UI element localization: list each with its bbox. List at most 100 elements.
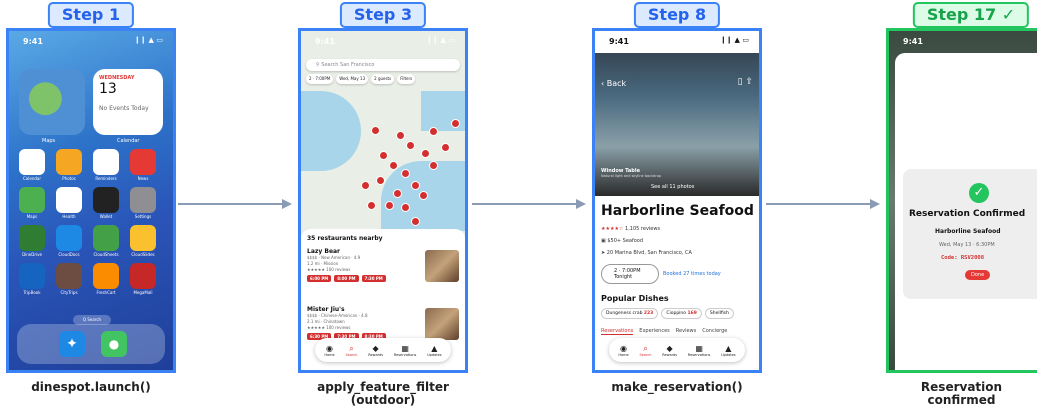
app-icon-megamall[interactable]	[130, 263, 156, 289]
dish-chip[interactable]: Dungeness crab 223	[601, 308, 659, 319]
app-label: Calendar	[23, 176, 41, 181]
map-pin-icon[interactable]	[376, 176, 385, 185]
map-pin-icon[interactable]	[429, 127, 438, 136]
step-3-panel: Step 3 9:41 ❙❙ ▲ ▭ ⚲ Search San Francisco…	[298, 0, 468, 408]
map-pin-icon[interactable]	[451, 119, 460, 128]
tab-reservations[interactable]: ▦ Reservations	[394, 344, 417, 357]
app-icon-wallet[interactable]	[93, 187, 119, 213]
app-icon-tripbook[interactable]	[19, 263, 45, 289]
tab-rewards[interactable]: ◆ Rewards	[368, 344, 383, 357]
app-label: Maps	[26, 214, 38, 219]
app-icon-news[interactable]	[130, 149, 156, 175]
bell-icon: ▲	[725, 343, 732, 353]
arrow-2	[472, 199, 586, 209]
map-pin-icon[interactable]	[411, 181, 420, 190]
filter-chip[interactable]: 2 guests	[371, 74, 395, 84]
detail-tab-concierge[interactable]: Concierge	[702, 328, 727, 335]
map-pin-icon[interactable]	[371, 126, 380, 135]
tab-bar: ◉ Home ⌕ Search ◆ Rewards ▦ Reservations ▲ Update…	[609, 338, 745, 362]
map-pin-icon[interactable]	[379, 151, 388, 160]
time-slot-button[interactable]: 6:00 PM	[307, 275, 332, 282]
detail-tab-experiences[interactable]: Experiences	[639, 328, 670, 335]
filter-chip[interactable]: Wed, May 13	[336, 74, 369, 84]
search-input[interactable]: ⚲ Search San Francisco	[306, 59, 460, 71]
app-icon-calendar[interactable]	[19, 149, 45, 175]
confirmation-card: ✓ Reservation Confirmed Harborline Seafo…	[903, 169, 1037, 299]
map-pin-icon[interactable]	[411, 217, 420, 226]
tab-updates[interactable]: ▲ Updates	[721, 344, 736, 357]
app-label: DineDrive	[22, 252, 42, 257]
done-button[interactable]: Done	[965, 270, 991, 280]
map-pin-icon[interactable]	[401, 169, 410, 178]
app-icon-health[interactable]	[56, 187, 82, 213]
app-icon-reminders[interactable]	[93, 149, 119, 175]
party-time-selector[interactable]: 2 · 7:00PM Tonight	[601, 264, 659, 284]
tab-home[interactable]: ◉ Home	[324, 344, 334, 357]
back-button[interactable]: ‹ Back	[601, 79, 626, 88]
filter-chip[interactable]: 2 · 7:00PM	[306, 74, 334, 84]
map-pin-icon[interactable]	[361, 181, 370, 190]
arrow-3	[766, 199, 880, 209]
app-icon-freshcart[interactable]	[93, 263, 119, 289]
see-all-photos[interactable]: See all 11 photos	[651, 184, 694, 190]
map-pin-icon[interactable]	[389, 161, 398, 170]
phone-screenshot-home: 9:41 ❙❙ ▲ ▭ Maps WEDNESDAY 13 No Events T…	[6, 28, 176, 373]
phone-screenshot-confirm: 9:41 ✓ Reservation Confirmed Harborline …	[886, 28, 1037, 373]
app-icon-citytrips[interactable]	[56, 263, 82, 289]
address-line: ➤ 20 Marina Blvd, San Francisco, CA	[601, 250, 692, 256]
app-label: TripBook	[23, 290, 41, 295]
restaurant-thumbnail[interactable]	[425, 250, 459, 282]
calendar-day: 13	[99, 81, 117, 97]
calendar-widget[interactable]: WEDNESDAY 13 No Events Today	[93, 69, 163, 135]
status-icons: ❙❙ ▲ ▭	[426, 36, 455, 44]
hero-photo[interactable]: Window Table Natural light and skyline b…	[595, 31, 759, 196]
restaurant-name: Harborline Seafood	[601, 203, 754, 219]
maps-widget[interactable]	[19, 69, 85, 135]
calendar-icon: ▦	[695, 343, 703, 353]
detail-tab-reservations[interactable]: Reservations	[601, 328, 634, 335]
app-icon-cloudsheets[interactable]	[93, 225, 119, 251]
app-icon-settings[interactable]	[130, 187, 156, 213]
compass-icon[interactable]: ✦	[59, 331, 85, 357]
chat-bubble-icon[interactable]: ●	[101, 331, 127, 357]
map-pin-icon[interactable]	[385, 201, 394, 210]
tab-bar: ◉ Home ⌕ Search ◆ Rewards ▦ Reservations ▲ Update…	[315, 338, 451, 362]
tab-updates[interactable]: ▲ Updates	[427, 344, 442, 357]
app-icon-clouddocs[interactable]	[56, 225, 82, 251]
tab-label: Search	[639, 352, 652, 357]
time-slot-button[interactable]: 8:00 PM	[334, 275, 359, 282]
map-pin-icon[interactable]	[401, 203, 410, 212]
tab-home[interactable]: ◉ Home	[618, 344, 628, 357]
tab-rewards[interactable]: ◆ Rewards	[662, 344, 677, 357]
arrow-1	[178, 199, 292, 209]
share-icon[interactable]: ⇧	[745, 77, 753, 87]
map-pin-icon[interactable]	[421, 149, 430, 158]
dish-chip[interactable]: Shellfish	[704, 308, 734, 319]
filter-chip[interactable]: Filters	[397, 74, 416, 84]
app-label: FreshCart	[96, 290, 116, 295]
time-slot-button[interactable]: 7:30 PM	[361, 275, 386, 282]
app-icon-cloudslides[interactable]	[130, 225, 156, 251]
detail-tab-reviews[interactable]: Reviews	[676, 328, 696, 335]
map-pin-icon[interactable]	[396, 131, 405, 140]
map-pin-icon[interactable]	[441, 143, 450, 152]
app-label: MegaMall	[133, 290, 153, 295]
app-icon-maps[interactable]	[19, 187, 45, 213]
restaurant-thumbnail[interactable]	[425, 308, 459, 340]
app-icon-photos[interactable]	[56, 149, 82, 175]
bookmark-icon[interactable]: ▯	[738, 77, 743, 87]
map-pin-icon[interactable]	[406, 141, 415, 150]
step-badge: Step 17 ✓	[912, 2, 1030, 28]
tab-reservations[interactable]: ▦ Reservations	[688, 344, 711, 357]
app-label: Wallet	[99, 214, 113, 219]
step-badge: Step 3	[339, 2, 427, 28]
map-pin-icon[interactable]	[367, 201, 376, 210]
tab-search[interactable]: ⌕ Search	[639, 344, 651, 357]
map-pin-icon[interactable]	[429, 161, 438, 170]
map-pin-icon[interactable]	[393, 189, 402, 198]
dish-chip[interactable]: Cioppino 169	[661, 308, 702, 319]
app-icon-dinedrive[interactable]	[19, 225, 45, 251]
tab-search[interactable]: ⌕ Search	[345, 344, 357, 357]
map-pin-icon[interactable]	[419, 191, 428, 200]
restaurant-card[interactable]: Lazy Bear $$$$ · New American · 4.9 1.2 mi…	[307, 248, 459, 300]
